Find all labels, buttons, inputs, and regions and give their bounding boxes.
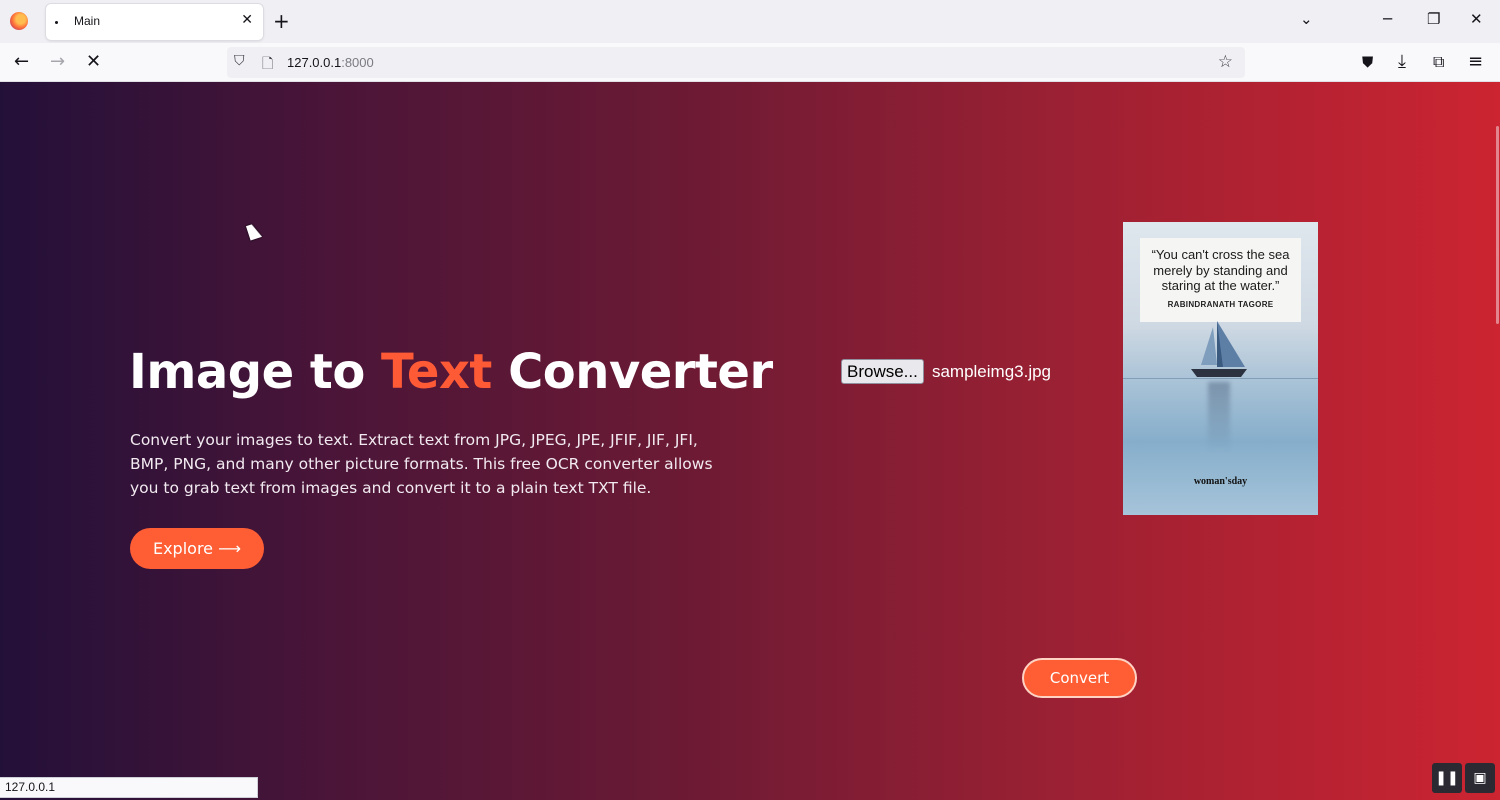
tab-title: Main [74,14,101,28]
shield-icon[interactable]: ⛉ [234,53,245,69]
boat-reflection [1208,382,1230,452]
brand-logo: woman'sday [1193,476,1248,487]
quote-author: RABINDRANATH TAGORE [1167,300,1274,309]
loading-dot-icon [55,21,58,24]
quote-card: “You can't cross the sea merely by stand… [1140,238,1301,322]
browse-button[interactable]: Browse... [841,359,924,384]
menu-icon[interactable]: ≡ [1468,51,1483,73]
picture-in-picture-icon[interactable]: ▣ [1465,763,1495,793]
new-tab-button[interactable]: + [273,9,290,33]
url-host: 127.0.0.1 [287,55,342,70]
tab-bar: Main ✕ + ⌄ ─ ❐ ✕ [0,0,1500,43]
page-scrollbar[interactable] [1496,126,1499,324]
page-content: Image to Text Converter Convert your ima… [0,82,1500,800]
list-all-tabs-icon[interactable]: ⌄ [1300,10,1313,28]
convert-button[interactable]: Convert [1022,658,1137,698]
selected-file-name: sampleimg3.jpg [931,361,1052,381]
status-bar-url: 127.0.0.1 [0,777,258,798]
restore-icon[interactable]: ❐ [1427,10,1440,28]
page-title: Image to Text Converter [129,344,773,400]
quote-text: “You can't cross the sea merely by stand… [1151,247,1290,293]
image-preview: “You can't cross the sea merely by stand… [1123,222,1318,515]
hero-description: Convert your images to text. Extract tex… [130,431,713,497]
close-window-icon[interactable]: ✕ [1470,10,1483,28]
mouse-cursor-icon [245,222,263,241]
pocket-icon[interactable]: ⛊ [1362,51,1373,73]
url-text[interactable]: 127.0.0.1:8000 [287,55,374,70]
firefox-logo-icon [10,12,28,30]
file-input[interactable]: Browse... sampleimg3.jpg [841,359,1051,385]
close-tab-icon[interactable]: ✕ [241,12,253,28]
back-arrow-icon[interactable]: ← [14,51,29,73]
navigation-bar: ← → ✕ ⛉ 🗋 127.0.0.1:8000 ☆ ⛊ ⤓ ⧉ ≡ [0,43,1500,82]
title-part-2: Converter [491,344,773,400]
url-port: :8000 [341,55,374,70]
forward-arrow-icon[interactable]: → [50,51,65,73]
extensions-icon[interactable]: ⧉ [1433,51,1444,73]
minimize-icon[interactable]: ─ [1383,10,1392,28]
sailboat-icon [1191,321,1247,377]
tab-main[interactable]: Main ✕ [46,4,263,40]
url-bar[interactable]: ⛉ 🗋 127.0.0.1:8000 ☆ [227,47,1245,78]
downloads-icon[interactable]: ⤓ [1398,51,1406,73]
bookmark-star-icon[interactable]: ☆ [1218,52,1233,72]
title-part-1: Image to [129,344,382,400]
explore-button[interactable]: Explore ⟶ [130,528,264,569]
title-accent: Text [381,344,492,400]
horizon-line [1123,378,1318,379]
pause-icon[interactable]: ❚❚ [1432,763,1462,793]
stop-loading-icon[interactable]: ✕ [86,51,101,73]
page-icon[interactable]: 🗋 [262,53,273,77]
